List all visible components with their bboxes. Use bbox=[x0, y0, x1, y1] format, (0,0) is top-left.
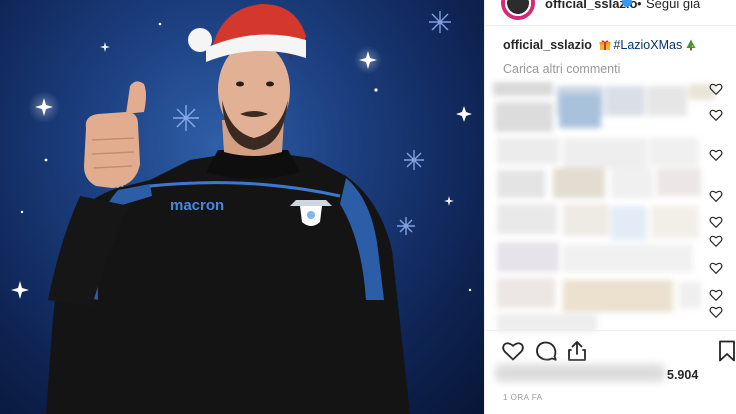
comment-like-heart-icon[interactable] bbox=[709, 288, 723, 302]
likes-count[interactable]: 5.904 bbox=[667, 368, 698, 382]
comment-like-heart-icon[interactable] bbox=[709, 215, 723, 229]
comment-icon[interactable] bbox=[534, 339, 558, 363]
comment-like-heart-icon[interactable] bbox=[709, 261, 723, 275]
post-timestamp[interactable]: 1 ORA FA bbox=[503, 393, 543, 402]
comment-like-heart-icon[interactable] bbox=[709, 189, 723, 203]
post-media[interactable]: macron bbox=[0, 0, 484, 414]
player-figure: macron bbox=[46, 150, 410, 414]
thumbs-up-hand bbox=[84, 81, 146, 188]
post-header: official_sslazio • Segui già bbox=[485, 0, 736, 26]
comment-like-heart-icon[interactable] bbox=[709, 148, 723, 162]
post-side-panel: official_sslazio • Segui già official_ss… bbox=[484, 0, 736, 414]
load-more-comments-link[interactable]: Carica altri commenti bbox=[503, 62, 620, 76]
comment-like-heart-icon[interactable] bbox=[709, 108, 723, 122]
gift-emoji-icon bbox=[599, 40, 611, 50]
comment-like-heart-icon[interactable] bbox=[709, 305, 723, 319]
jersey-brand: macron bbox=[170, 197, 224, 214]
follow-button[interactable]: Segui già bbox=[646, 0, 700, 11]
comment-like-heart-icon[interactable] bbox=[709, 82, 723, 96]
caption-hashtag[interactable]: #LazioXMas bbox=[613, 38, 682, 52]
christmas-tree-emoji-icon bbox=[686, 39, 696, 51]
caption-username[interactable]: official_sslazio bbox=[503, 38, 592, 52]
caption: official_sslazio #LazioXMas bbox=[503, 38, 697, 52]
share-icon[interactable] bbox=[565, 339, 589, 363]
post-photo: macron bbox=[11, 4, 472, 414]
obscured-comments bbox=[493, 82, 715, 334]
avatar[interactable] bbox=[501, 0, 535, 20]
comment-like-heart-icon[interactable] bbox=[709, 234, 723, 248]
bookmark-icon[interactable] bbox=[715, 339, 736, 363]
obscured-likes bbox=[495, 364, 665, 382]
separator: • bbox=[637, 0, 642, 11]
heart-icon[interactable] bbox=[501, 339, 525, 363]
